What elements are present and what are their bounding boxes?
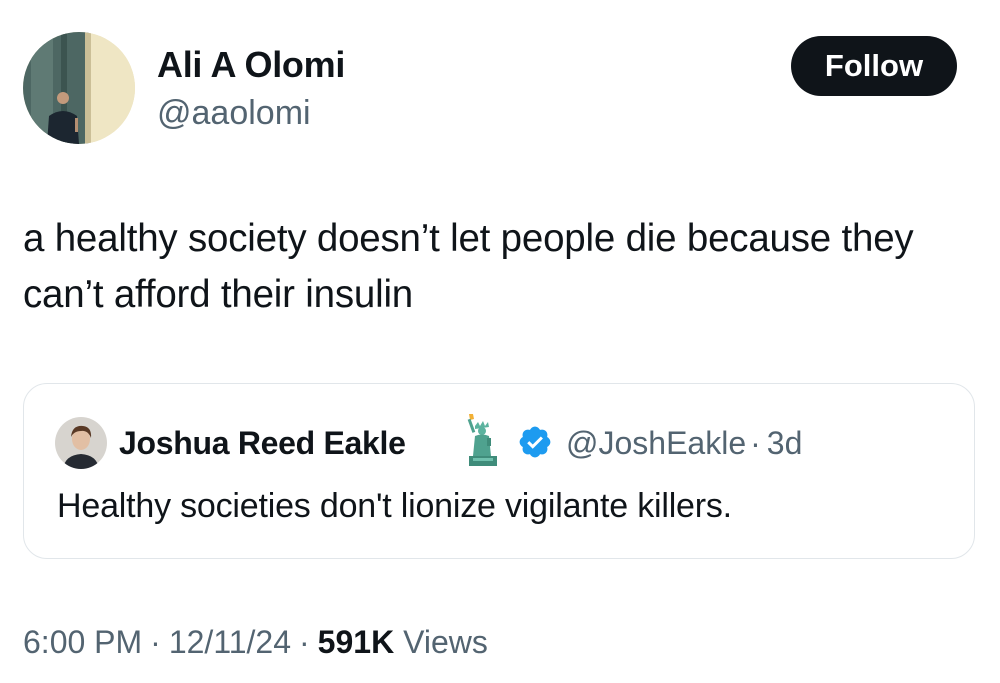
tweet-time[interactable]: 6:00 PM [23, 624, 142, 660]
views-label: Views [403, 624, 488, 660]
author-avatar[interactable] [23, 32, 135, 144]
tweet-text: a healthy society doesn’t let people die… [23, 217, 914, 316]
statue-of-liberty-icon [467, 414, 497, 466]
quote-author-display-name[interactable]: Joshua Reed Eakle [119, 422, 406, 464]
meta-separator: · [750, 425, 761, 461]
footer-separator-1: · [150, 624, 161, 660]
quote-age[interactable]: 3d [767, 425, 803, 461]
views-count: 591K [317, 624, 395, 660]
follow-button[interactable]: Follow [791, 36, 957, 96]
quote-author-handle[interactable]: @JoshEakle [566, 425, 746, 461]
footer-separator-2: · [299, 624, 310, 660]
quote-author-avatar[interactable] [55, 417, 107, 469]
quoted-tweet-card[interactable]: Joshua Reed Eakle @JoshEakle · 3d Healthy … [23, 383, 975, 559]
verified-badge-icon [519, 426, 551, 458]
author-display-name[interactable]: Ali A Olomi [157, 42, 345, 88]
tweet-footer: 6:00 PM · 12/11/24 · 591K Views [23, 620, 488, 664]
tweet-date[interactable]: 12/11/24 [169, 624, 291, 660]
avatar-photo [23, 32, 135, 144]
quote-avatar-photo [55, 417, 107, 469]
quote-text: Healthy societies don't lionize vigilant… [57, 487, 732, 525]
quote-meta: @JoshEakle · 3d [566, 422, 802, 464]
author-handle[interactable]: @aaolomi [157, 91, 311, 135]
